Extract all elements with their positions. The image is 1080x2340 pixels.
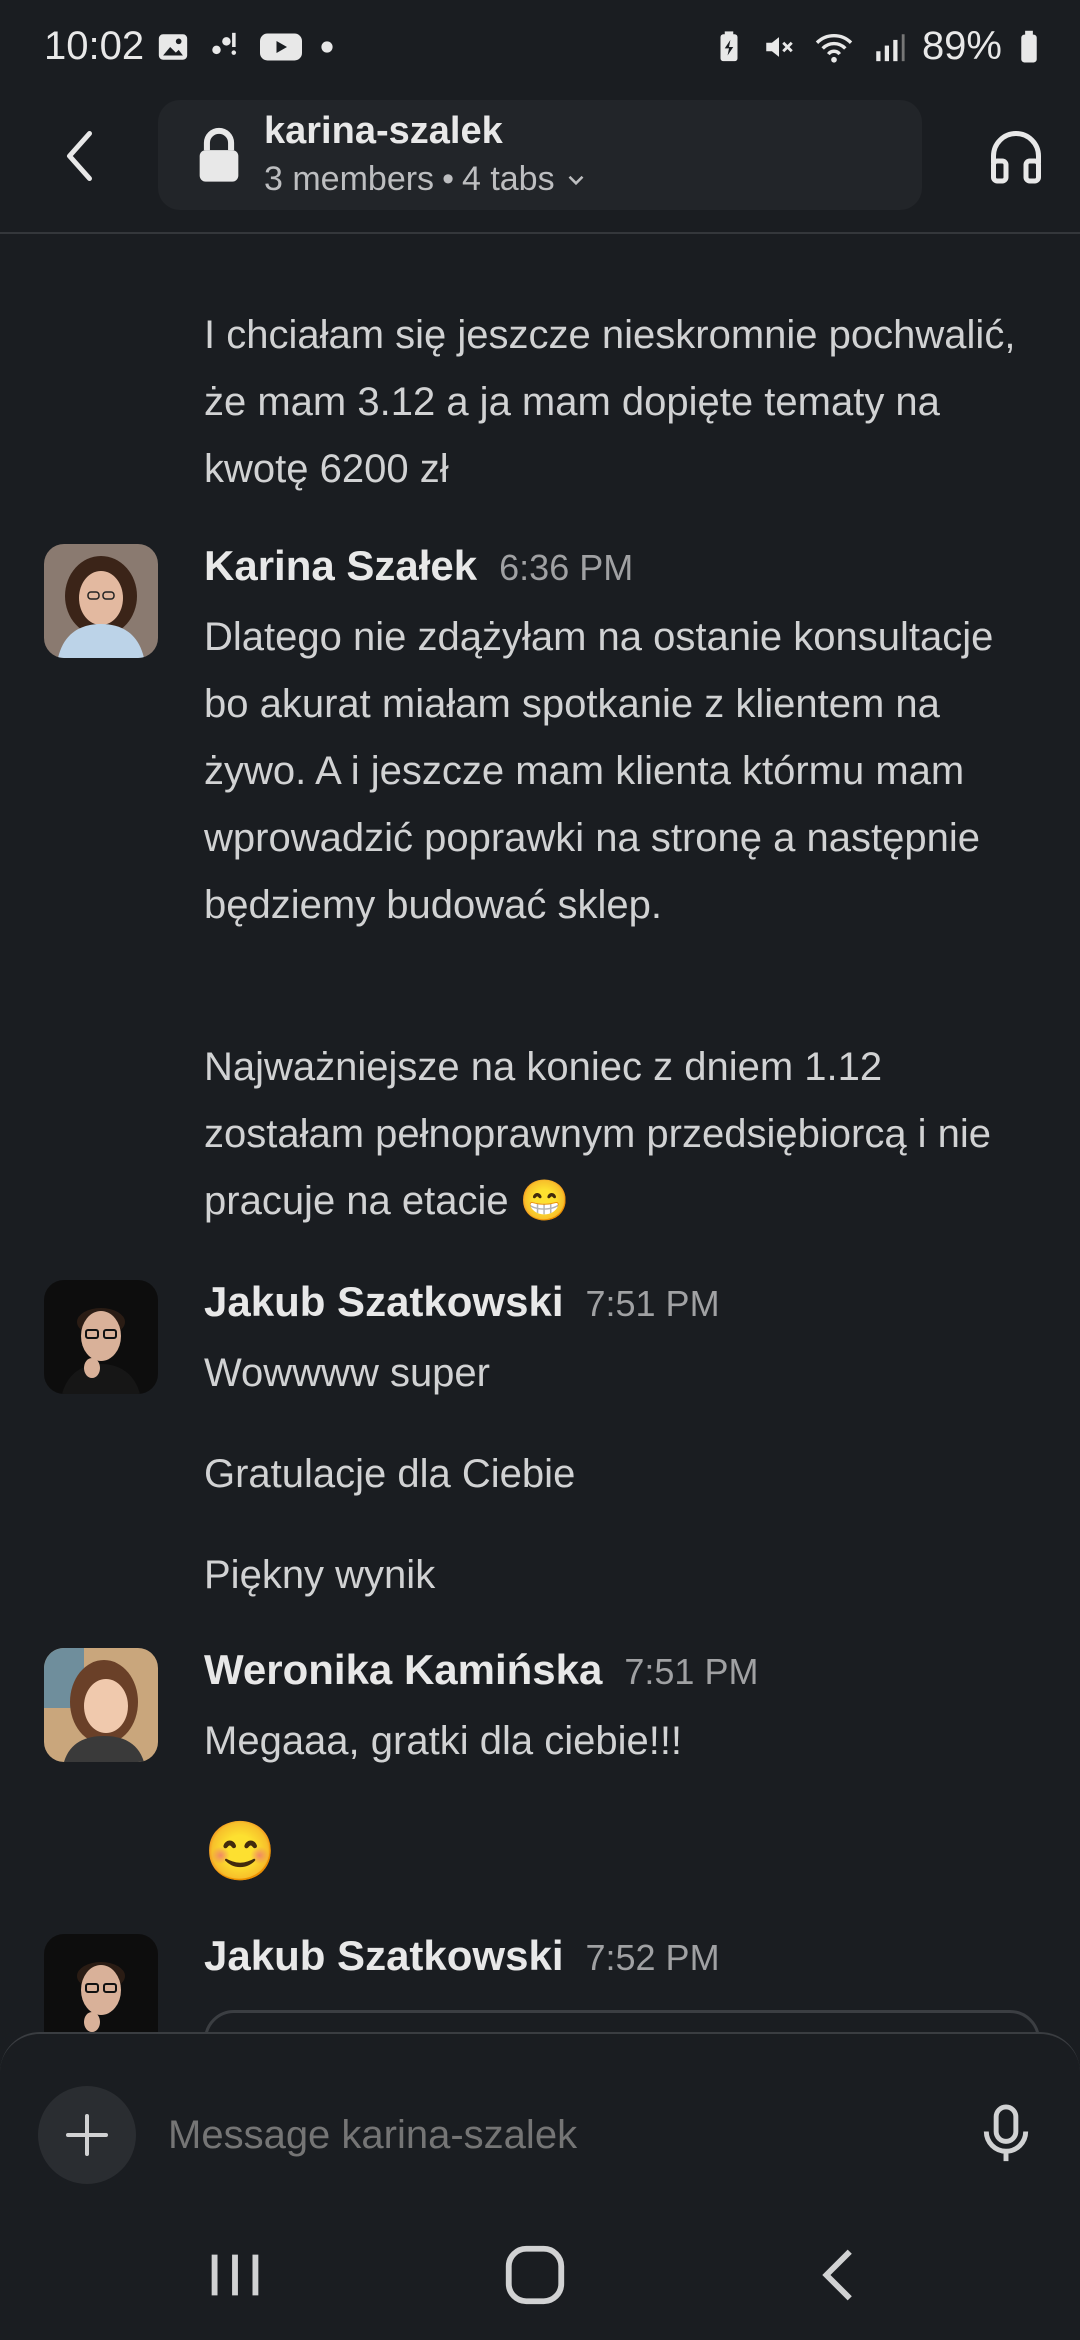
avatar[interactable]	[44, 1934, 158, 2032]
message-input[interactable]	[166, 2102, 810, 2168]
recent-apps-icon[interactable]	[200, 2240, 270, 2310]
message-list[interactable]: I chciałam się jeszcze nieskromnie pochw…	[0, 232, 1080, 2032]
grinning-emoji: 😁	[519, 1179, 570, 1223]
tab-count: 4 tabs	[461, 160, 555, 198]
message-text: Wowwww super	[204, 1351, 490, 1395]
message-text-body: Najważniejsze na koniec z dniem 1.12 zos…	[204, 1045, 992, 1223]
back-nav-icon[interactable]	[806, 2240, 876, 2310]
message-timestamp: 7:51 PM	[624, 1651, 759, 1692]
status-bar: 10:02 89%	[0, 0, 1080, 100]
wifi-icon	[815, 33, 853, 63]
author-name[interactable]: Jakub Szatkowski	[204, 1932, 563, 1980]
author-name[interactable]: Weronika Kamińska	[204, 1646, 602, 1694]
message-text: Gratulacje dla Ciebie	[204, 1452, 576, 1496]
status-time: 10:02	[44, 24, 145, 68]
channel-meta: 3 members • 4 tabs	[264, 160, 589, 199]
gallery-icon	[158, 34, 188, 60]
lock-icon	[199, 127, 239, 182]
message-timestamp: 7:52 PM	[585, 1937, 720, 1978]
message-header: Jakub Szatkowski 7:52 PM	[204, 1932, 720, 1980]
attachment-preview[interactable]	[204, 2010, 1040, 2032]
battery-saver-icon	[720, 30, 738, 61]
system-nav-bar	[0, 2212, 1080, 2340]
smiling-emoji: 😊	[204, 1819, 277, 1884]
back-arrow-icon[interactable]	[52, 126, 112, 186]
battery-percent: 89%	[921, 24, 1002, 68]
plus-icon	[66, 2114, 108, 2156]
message-text: Piękny wynik	[204, 1553, 436, 1597]
channel-header: karina-szalek 3 members • 4 tabs	[0, 100, 1080, 234]
message-text: Dlatego nie zdążyłam na ostanie konsulta…	[204, 615, 994, 927]
message-text: I chciałam się jeszcze nieskromnie pochw…	[204, 313, 1016, 491]
battery-icon	[1021, 30, 1037, 62]
message-header: Karina Szałek 6:36 PM	[204, 542, 633, 590]
message-text: Najważniejsze na koniec z dniem 1.12 zos…	[204, 1034, 1044, 1235]
youtube-icon	[260, 33, 302, 61]
channel-info-button[interactable]: karina-szalek 3 members • 4 tabs	[158, 100, 922, 210]
home-icon[interactable]	[500, 2240, 570, 2310]
author-name[interactable]: Jakub Szatkowski	[204, 1278, 563, 1326]
signal-icon	[876, 33, 905, 61]
notification-dots-icon	[212, 32, 237, 55]
add-attachment-button[interactable]	[38, 2086, 136, 2184]
avatar[interactable]	[44, 1280, 158, 1394]
message-composer	[0, 2032, 1080, 2214]
avatar[interactable]	[44, 544, 158, 658]
author-name[interactable]: Karina Szałek	[204, 542, 477, 590]
member-count: 3 members	[264, 160, 435, 198]
message-text: Megaaa, gratki dla ciebie!!!	[204, 1719, 683, 1763]
message-timestamp: 7:51 PM	[585, 1283, 720, 1324]
avatar[interactable]	[44, 1648, 158, 1762]
message-header: Weronika Kamińska 7:51 PM	[204, 1646, 758, 1694]
microphone-icon[interactable]	[976, 2102, 1036, 2166]
message-header: Jakub Szatkowski 7:51 PM	[204, 1278, 720, 1326]
dot-icon	[321, 41, 333, 53]
mute-icon	[766, 36, 793, 57]
message-timestamp: 6:36 PM	[499, 547, 634, 588]
huddle-headphones-icon[interactable]	[986, 126, 1046, 186]
chevron-down-icon	[568, 175, 584, 185]
channel-name: karina-szalek	[264, 110, 503, 152]
meta-separator: •	[442, 160, 454, 198]
